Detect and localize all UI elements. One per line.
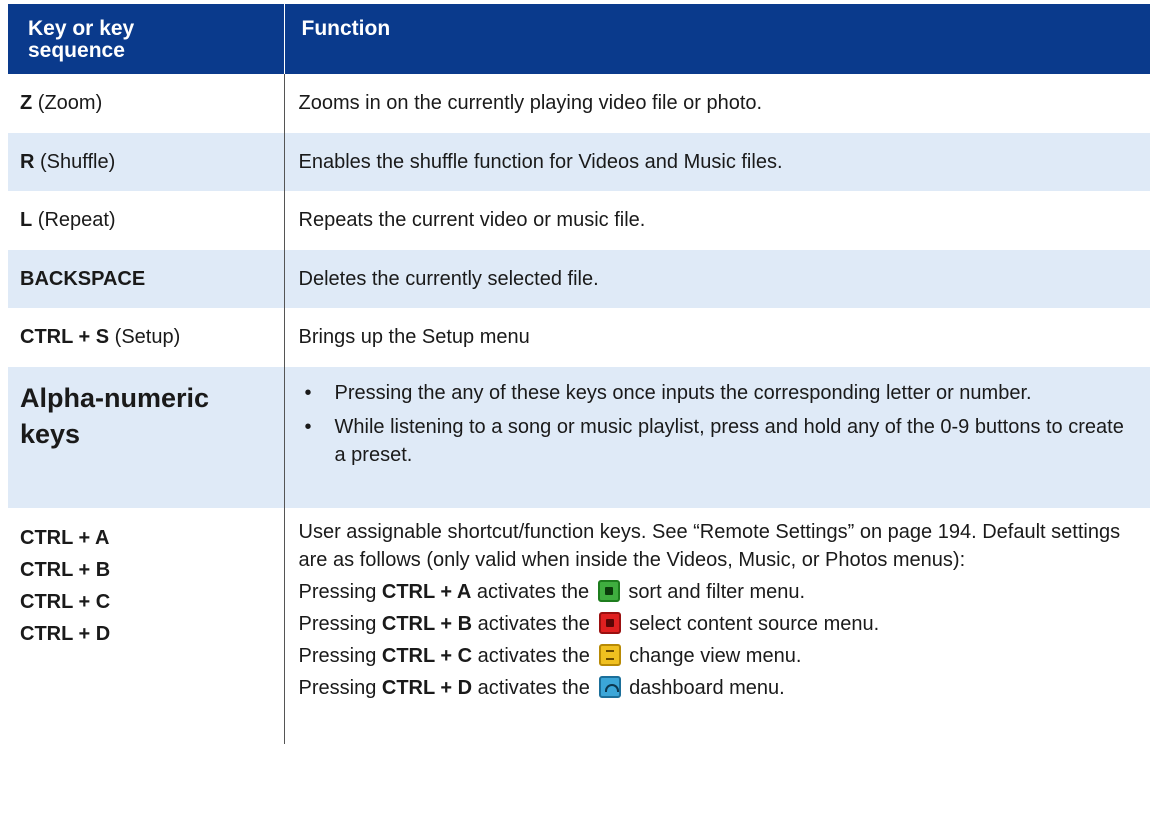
key-name: BACKSPACE: [20, 268, 146, 290]
table-row: Alpha-numeric keys • Pressing the any of …: [8, 367, 1150, 508]
table-row: CTRL + A CTRL + B CTRL + C CTRL + D User…: [8, 508, 1150, 744]
table-row: Z (Zoom) Zooms in on the currently playi…: [8, 74, 1150, 133]
key-paren: (Setup): [114, 326, 181, 348]
shortcut-line: Pressing CTRL + A activates the sort and…: [299, 578, 1137, 606]
key-cell: CTRL + S (Setup): [8, 308, 284, 367]
shortcut-text: Pressing: [298, 581, 377, 603]
table-row: BACKSPACE Deletes the currently selected…: [8, 250, 1150, 308]
function-cell: • Pressing the any of these keys once inp…: [283, 367, 1150, 508]
key-name: CTRL + A: [20, 527, 110, 549]
shortcut-line: Pressing CTRL + B activates the select c…: [299, 610, 1137, 638]
shortcut-text: change view menu.: [629, 645, 802, 667]
shortcut-text: activates the: [477, 677, 590, 699]
key-cell: BACKSPACE: [8, 250, 284, 308]
list-item: • Pressing the any of these keys once inp…: [299, 379, 1137, 407]
shortcut-text: Pressing: [298, 677, 377, 699]
shortcut-text: sort and filter menu.: [628, 581, 806, 603]
shortcut-text: select content source menu.: [629, 613, 880, 635]
function-cell: Brings up the Setup menu: [283, 308, 1150, 367]
table-row: CTRL + S (Setup) Brings up the Setup men…: [8, 308, 1150, 367]
key-name: CTRL + C: [20, 591, 111, 613]
table-row: R (Shuffle) Enables the shuffle function…: [8, 133, 1150, 191]
shortcut-line: Pressing CTRL + C activates the change v…: [299, 642, 1137, 670]
keyboard-shortcuts-table: Key or key sequence Function Z (Zoom) Zo…: [8, 4, 1150, 744]
table-header-row: Key or key sequence Function: [8, 4, 1150, 74]
key-name: Alpha-numeric keys: [20, 383, 210, 449]
key-cell: R (Shuffle): [8, 133, 284, 191]
shortcut-intro: User assignable shortcut/function keys. …: [298, 521, 1121, 571]
shortcut-text: activates the: [477, 645, 590, 667]
key-cell: CTRL + A CTRL + B CTRL + C CTRL + D: [8, 508, 284, 744]
bullet-list: • Pressing the any of these keys once inp…: [299, 379, 1137, 469]
shortcut-text: activates the: [477, 613, 590, 635]
key-name: R: [20, 151, 35, 173]
function-cell: Repeats the current video or music file.: [283, 191, 1150, 250]
key-name: CTRL + B: [20, 559, 111, 581]
change-view-icon: [598, 644, 621, 666]
table-row: L (Repeat) Repeats the current video or …: [8, 191, 1150, 250]
key-cell: Alpha-numeric keys: [8, 367, 284, 508]
shortcut-line: Pressing CTRL + D activates the dashboar…: [299, 674, 1137, 702]
header-key: Key or key sequence: [8, 4, 284, 74]
shortcut-key: CTRL + D: [381, 677, 473, 699]
key-paren: (Zoom): [37, 92, 103, 114]
shortcut-text: Pressing: [298, 645, 377, 667]
function-cell: Zooms in on the currently playing video …: [283, 74, 1150, 133]
header-function: Function: [283, 4, 1150, 74]
key-cell: Z (Zoom): [8, 74, 284, 133]
shortcut-text: activates the: [476, 581, 590, 603]
shortcut-text: dashboard menu.: [629, 677, 785, 699]
key-name: L: [20, 209, 33, 231]
shortcut-text: Pressing: [298, 613, 377, 635]
sort-filter-icon: [597, 580, 620, 602]
key-paren: (Shuffle): [40, 151, 116, 173]
function-cell: User assignable shortcut/function keys. …: [283, 508, 1150, 744]
bullet-icon: •: [304, 416, 312, 438]
key-name: CTRL + S: [20, 326, 110, 348]
bullet-text: While listening to a song or music playl…: [334, 416, 1124, 466]
dashboard-icon: [598, 676, 621, 698]
key-name: CTRL + D: [20, 623, 111, 645]
key-name: Z: [20, 92, 33, 114]
shortcut-key: CTRL + A: [381, 581, 472, 603]
bullet-icon: •: [304, 382, 312, 404]
key-paren: (Repeat): [37, 209, 116, 231]
function-cell: Enables the shuffle function for Videos …: [283, 133, 1150, 191]
content-source-icon: [598, 612, 621, 634]
function-cell: Deletes the currently selected file.: [283, 250, 1150, 308]
shortcut-key: CTRL + B: [381, 613, 473, 635]
bullet-text: Pressing the any of these keys once inpu…: [334, 382, 1032, 404]
key-cell: L (Repeat): [8, 191, 284, 250]
list-item: • While listening to a song or music play…: [299, 413, 1137, 469]
shortcut-key: CTRL + C: [381, 645, 473, 667]
